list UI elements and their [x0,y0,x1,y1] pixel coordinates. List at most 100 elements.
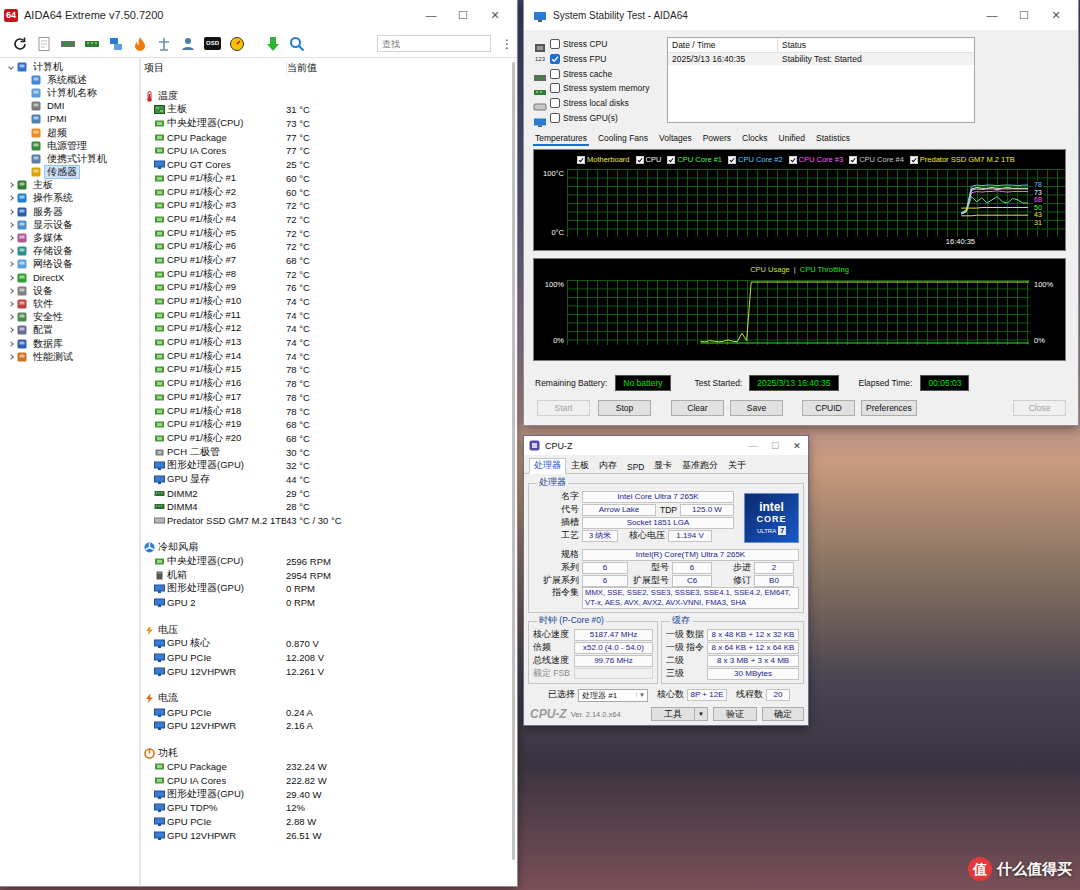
cpuz-tab[interactable]: 基准跑分 [677,458,723,474]
sensor-row[interactable]: GPU TDP%12% [141,801,510,815]
tree-item[interactable]: 便携式计算机 [0,152,139,165]
stress-option[interactable]: Stress cache [533,66,667,81]
sensor-row[interactable]: CPU #1/核心 #1778 °C [141,391,510,405]
expand-toggle[interactable] [5,328,16,332]
tree-item-label[interactable]: 系统概述 [45,74,89,86]
sensor-row[interactable]: GPU PCIe12.208 V [141,651,510,665]
sensor-row[interactable]: CPU #1/核心 #768 °C [141,254,510,268]
stress-option-label[interactable]: Stress local disks [563,98,629,108]
cpuid-button[interactable]: CPUID [802,400,855,416]
legend-checkbox[interactable] [789,156,797,164]
tree-item[interactable]: 数据库 [0,337,139,350]
clear-button[interactable]: Clear [671,400,724,416]
button-label[interactable]: 确定 [763,708,803,720]
sensor-row[interactable]: CPU Package77 °C [141,130,510,144]
tree-item-label[interactable]: 存储设备 [31,245,75,257]
cpuz-tab[interactable]: 处理器 [529,458,566,474]
sensor-row[interactable]: CPU #1/核心 #1174 °C [141,308,510,322]
tree-item[interactable]: 超频 [0,126,139,139]
sensor-row[interactable]: CPU #1/核心 #1074 °C [141,295,510,309]
tree-item[interactable]: 配置 [0,324,139,337]
sensor-row[interactable]: CPU #1/核心 #2068 °C [141,432,510,446]
expand-toggle[interactable] [5,223,16,227]
tree-item-label[interactable]: 计算机 [31,61,65,73]
legend-item[interactable]: CPU Core #4 [849,155,904,164]
sensor-row[interactable]: 图形处理器(GPU)29.40 W [141,787,510,801]
cpuz-tab[interactable]: 显卡 [649,458,677,474]
preferences-button[interactable]: Preferences [861,400,917,416]
tree-item[interactable]: 计算机名称 [0,86,139,99]
sensor-row[interactable]: 机箱2954 RPM [141,568,510,582]
expand-toggle[interactable] [5,342,16,346]
sensor-row[interactable]: CPU #1/核心 #872 °C [141,267,510,281]
sensor-row[interactable]: CPU #1/核心 #1274 °C [141,322,510,336]
sensor-row[interactable]: DIMM428 °C [141,500,510,514]
maximize-button[interactable]: ☐ [764,441,786,451]
user-icon[interactable] [180,36,196,52]
stress-checkbox[interactable] [550,54,560,64]
tree-item-label[interactable]: 主板 [31,179,55,191]
stress-option-label[interactable]: Stress GPU(s) [563,113,618,123]
close-button[interactable]: ✕ [479,9,511,22]
sensor-row[interactable]: DIMM229 °C [141,486,510,500]
sensor-row[interactable]: CPU #1/核心 #672 °C [141,240,510,254]
flame-icon[interactable] [132,36,148,52]
tree-item[interactable]: 操作系统 [0,192,139,205]
tree-item[interactable]: 显示设备 [0,218,139,231]
chart-tab[interactable]: Temperatures [533,133,589,146]
log-column-header[interactable]: Status [778,38,974,52]
motherboard-icon[interactable] [60,36,76,52]
minimize-button[interactable]: — [976,9,1008,21]
search-input[interactable] [377,35,491,52]
search-icon[interactable] [289,36,305,52]
legend-item[interactable]: CPU Core #2 [728,155,783,164]
section-header[interactable]: 电流 [141,692,510,706]
cpuz-tab[interactable]: 主板 [566,458,594,474]
section-header[interactable]: 电压 [141,623,510,637]
tree-item[interactable]: 存储设备 [0,245,139,258]
sensor-row[interactable]: CPU #1/核心 #1968 °C [141,418,510,432]
stress-option-label[interactable]: Stress CPU [563,39,607,49]
sensor-row[interactable]: CPU #1/核心 #372 °C [141,199,510,213]
legend-item[interactable]: CPU Core #3 [789,155,844,164]
ok-button[interactable]: 确定 [762,707,804,721]
maximize-button[interactable]: ☐ [447,9,479,22]
tree-item-label[interactable]: 超频 [45,127,69,139]
expand-toggle[interactable] [5,262,16,266]
sensor-row[interactable]: CPU #1/核心 #472 °C [141,213,510,227]
sensor-row[interactable]: CPU #1/核心 #1578 °C [141,363,510,377]
legend-checkbox[interactable] [667,156,675,164]
stress-option[interactable]: Stress CPU [533,37,667,52]
sensor-row[interactable]: GPU 显存44 °C [141,473,510,487]
tree-item-label[interactable]: 网络设备 [31,258,75,270]
chart-tab[interactable]: Cooling Fans [596,133,650,146]
sensor-row[interactable]: CPU #1/核心 #572 °C [141,226,510,240]
tree-item[interactable]: 软件 [0,297,139,310]
tree-item[interactable]: 计算机 [0,60,139,73]
stress-checkbox[interactable] [550,39,560,49]
button-label[interactable]: 工具 [652,708,694,720]
tree-item-label[interactable]: 传感器 [45,166,79,178]
chart-tab[interactable]: Statistics [814,133,852,146]
refresh-icon[interactable] [12,36,28,52]
sensor-row[interactable]: GPU PCIe0.24 A [141,705,510,719]
sensor-row[interactable]: 图形处理器(GPU)32 °C [141,459,510,473]
sensor-row[interactable]: GPU 20 RPM [141,596,510,610]
tree-item[interactable]: DirectX [0,271,139,284]
sensor-row[interactable]: GPU 核心0.870 V [141,637,510,651]
sensor-row[interactable]: 图形处理器(GPU)0 RPM [141,582,510,596]
expand-toggle[interactable] [5,276,16,280]
sensor-row[interactable]: CPU #1/核心 #1474 °C [141,349,510,363]
tree-item-label[interactable]: IPMI [45,113,69,125]
sensor-row[interactable]: CPU #1/核心 #160 °C [141,172,510,186]
sensor-row[interactable]: Predator SSD GM7 M.2 1TB43 °C / 30 °C [141,514,510,528]
legend-item[interactable]: CPU [636,155,662,164]
stress-option-label[interactable]: Stress FPU [563,54,606,64]
sensor-row[interactable]: CPU IA Cores77 °C [141,144,510,158]
processor-select[interactable]: 处理器 #1▼ [578,689,648,702]
tree-item[interactable]: 服务器 [0,205,139,218]
chart-tab[interactable]: Voltages [657,133,694,146]
section-header[interactable]: 冷却风扇 [141,541,510,555]
chart-tab[interactable]: Powers [701,133,733,146]
sensor-row[interactable]: 中央处理器(CPU)73 °C [141,117,510,131]
